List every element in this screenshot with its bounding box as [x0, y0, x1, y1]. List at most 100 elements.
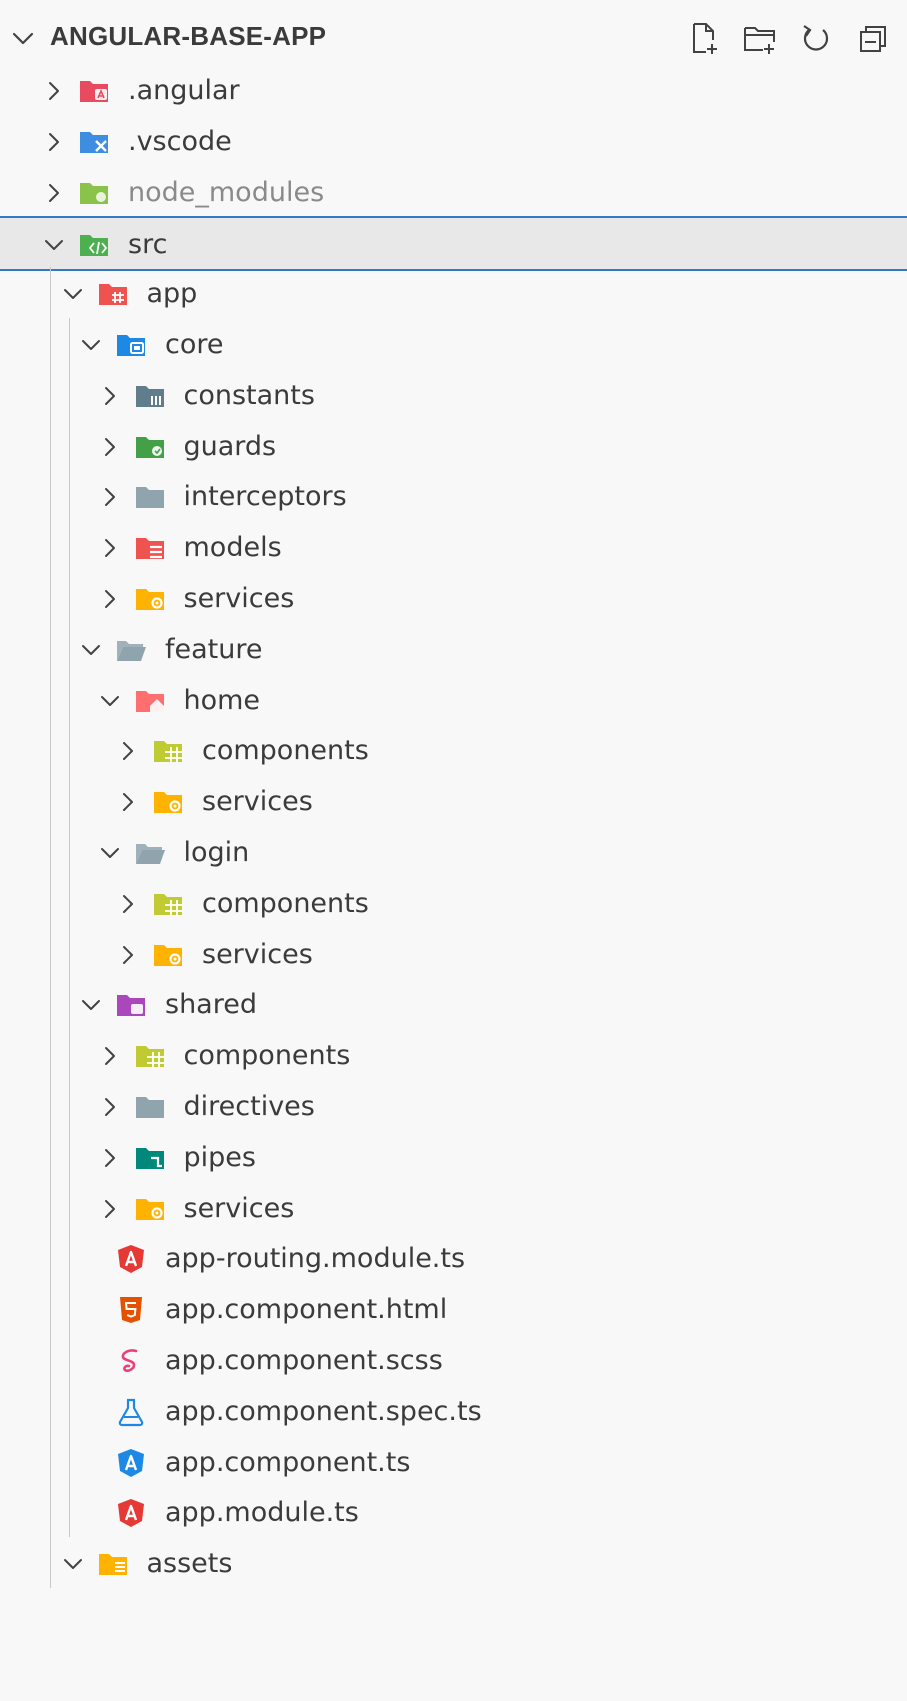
chevron-down-icon[interactable] — [96, 839, 124, 867]
tree-folder-row[interactable]: services — [0, 928, 907, 983]
folder-services-icon — [152, 940, 184, 970]
folder-pipes-icon — [134, 1143, 166, 1173]
folder-constants-icon — [134, 381, 166, 411]
chevron-right-icon[interactable] — [96, 433, 124, 461]
sass-icon — [115, 1346, 147, 1376]
tree-file-row[interactable]: app.component.html — [0, 1283, 907, 1338]
chevron-right-icon[interactable] — [114, 941, 142, 969]
tree-folder-row[interactable]: pipes — [0, 1131, 907, 1186]
tree-folder-row[interactable]: services — [0, 775, 907, 830]
tree-item-label: services — [202, 786, 313, 818]
html5-icon — [115, 1295, 147, 1325]
indent-guide — [69, 318, 70, 1538]
chevron-down-icon[interactable] — [59, 280, 87, 308]
chevron-right-icon[interactable] — [96, 1195, 124, 1223]
tree-folder-row[interactable]: models — [0, 521, 907, 576]
tree-folder-row[interactable]: constants — [0, 369, 907, 424]
tree-folder-row[interactable]: guards — [0, 420, 907, 475]
tree-folder-row[interactable]: interceptors — [0, 470, 907, 525]
tree-item-label: app-routing.module.ts — [165, 1243, 466, 1275]
chevron-right-icon[interactable] — [114, 737, 142, 765]
tree-item-label: services — [183, 583, 295, 614]
tree-folder-row[interactable]: .angular — [0, 64, 907, 119]
chevron-right-icon[interactable] — [114, 890, 142, 918]
tree-folder-row[interactable]: services — [0, 572, 907, 627]
tree-folder-row[interactable]: .vscode — [0, 115, 907, 170]
tree-item-label: home — [183, 684, 261, 716]
collapse-all-icon[interactable] — [852, 18, 892, 58]
folder-node-icon — [78, 178, 110, 208]
tree-folder-row[interactable]: core — [0, 318, 907, 373]
chevron-down-icon[interactable] — [77, 991, 105, 1019]
chevron-right-icon[interactable] — [96, 382, 124, 410]
tree-item-label: pipes — [183, 1141, 256, 1173]
chevron-down-icon[interactable] — [59, 1550, 87, 1578]
tree-folder-row[interactable]: login — [0, 826, 907, 881]
chevron-right-icon[interactable] — [96, 483, 124, 511]
new-file-icon[interactable] — [684, 18, 724, 58]
folder-assets-icon — [97, 1549, 129, 1579]
folder-services-icon — [134, 584, 166, 614]
folder-components-icon — [152, 889, 184, 919]
chevron-right-icon[interactable] — [96, 1093, 124, 1121]
tree-item-label: .vscode — [128, 125, 232, 157]
folder-models-icon — [134, 533, 166, 563]
chevron-right-icon[interactable] — [40, 77, 68, 105]
tree-file-row[interactable]: app.component.scss — [0, 1334, 907, 1389]
tree-file-row[interactable]: app.component.ts — [0, 1436, 907, 1491]
tree-folder-row[interactable]: src — [0, 216, 907, 272]
chevron-down-icon[interactable] — [77, 636, 105, 664]
tree-folder-row[interactable]: assets — [0, 1537, 907, 1592]
folder-guards-icon — [134, 432, 166, 462]
tree-item-label: interceptors — [183, 481, 347, 513]
tree-item-label: components — [183, 1040, 351, 1072]
new-folder-icon[interactable] — [740, 18, 780, 58]
tree-item-label: app.component.html — [165, 1294, 448, 1326]
folder-open-icon — [115, 635, 147, 665]
tree-folder-row[interactable]: feature — [0, 623, 907, 678]
tree-item-label: guards — [183, 430, 277, 462]
tree-folder-row[interactable]: app — [0, 267, 907, 322]
chevron-right-icon[interactable] — [96, 534, 124, 562]
tree-item-label: services — [183, 1192, 295, 1224]
tree-folder-row[interactable]: services — [0, 1182, 907, 1237]
tree-item-label: src — [128, 229, 168, 261]
explorer-header[interactable]: ANGULAR-BASE-APP — [0, 8, 907, 64]
chevron-right-icon[interactable] — [114, 788, 142, 816]
tree-folder-row[interactable]: home — [0, 674, 907, 729]
tree-file-row[interactable]: app.component.spec.ts — [0, 1385, 907, 1440]
tree-item-label: directives — [183, 1091, 315, 1122]
chevron-right-icon[interactable] — [96, 585, 124, 613]
angular-routing-icon — [115, 1244, 147, 1274]
tree-item-label: core — [165, 329, 224, 360]
file-explorer: ANGULAR-BASE-APP .angular .vscode node_mod… — [0, 0, 907, 1701]
tree-file-row[interactable]: app.module.ts — [0, 1486, 907, 1541]
tree-item-label: models — [183, 532, 282, 564]
folder-components-icon — [134, 1041, 166, 1071]
chevron-down-icon[interactable] — [40, 231, 68, 259]
tree-folder-row[interactable]: components — [0, 877, 907, 932]
tree-folder-row[interactable]: directives — [0, 1080, 907, 1135]
tree-folder-row[interactable]: node_modules — [0, 166, 907, 221]
folder-services-icon — [134, 1194, 166, 1224]
indent-guide — [50, 267, 51, 1588]
folder-core-icon — [115, 330, 147, 360]
chevron-right-icon[interactable] — [96, 1042, 124, 1070]
chevron-right-icon[interactable] — [96, 1144, 124, 1172]
chevron-down-icon[interactable] — [77, 331, 105, 359]
tree-folder-row[interactable]: components — [0, 724, 907, 779]
tree-item-label: app.component.spec.ts — [165, 1395, 482, 1427]
folder-home-icon — [134, 686, 166, 716]
chevron-right-icon[interactable] — [40, 179, 68, 207]
chevron-down-icon[interactable] — [96, 687, 124, 715]
test-flask-icon — [115, 1397, 147, 1427]
tree-file-row[interactable]: app-routing.module.ts — [0, 1232, 907, 1287]
tree-folder-row[interactable]: components — [0, 1029, 907, 1084]
chevron-right-icon[interactable] — [40, 128, 68, 156]
folder-icon — [134, 1092, 166, 1122]
tree-item-label: feature — [165, 633, 263, 665]
chevron-down-icon[interactable] — [8, 24, 38, 54]
refresh-icon[interactable] — [796, 18, 836, 58]
folder-services-icon — [152, 787, 184, 817]
tree-folder-row[interactable]: shared — [0, 978, 907, 1033]
